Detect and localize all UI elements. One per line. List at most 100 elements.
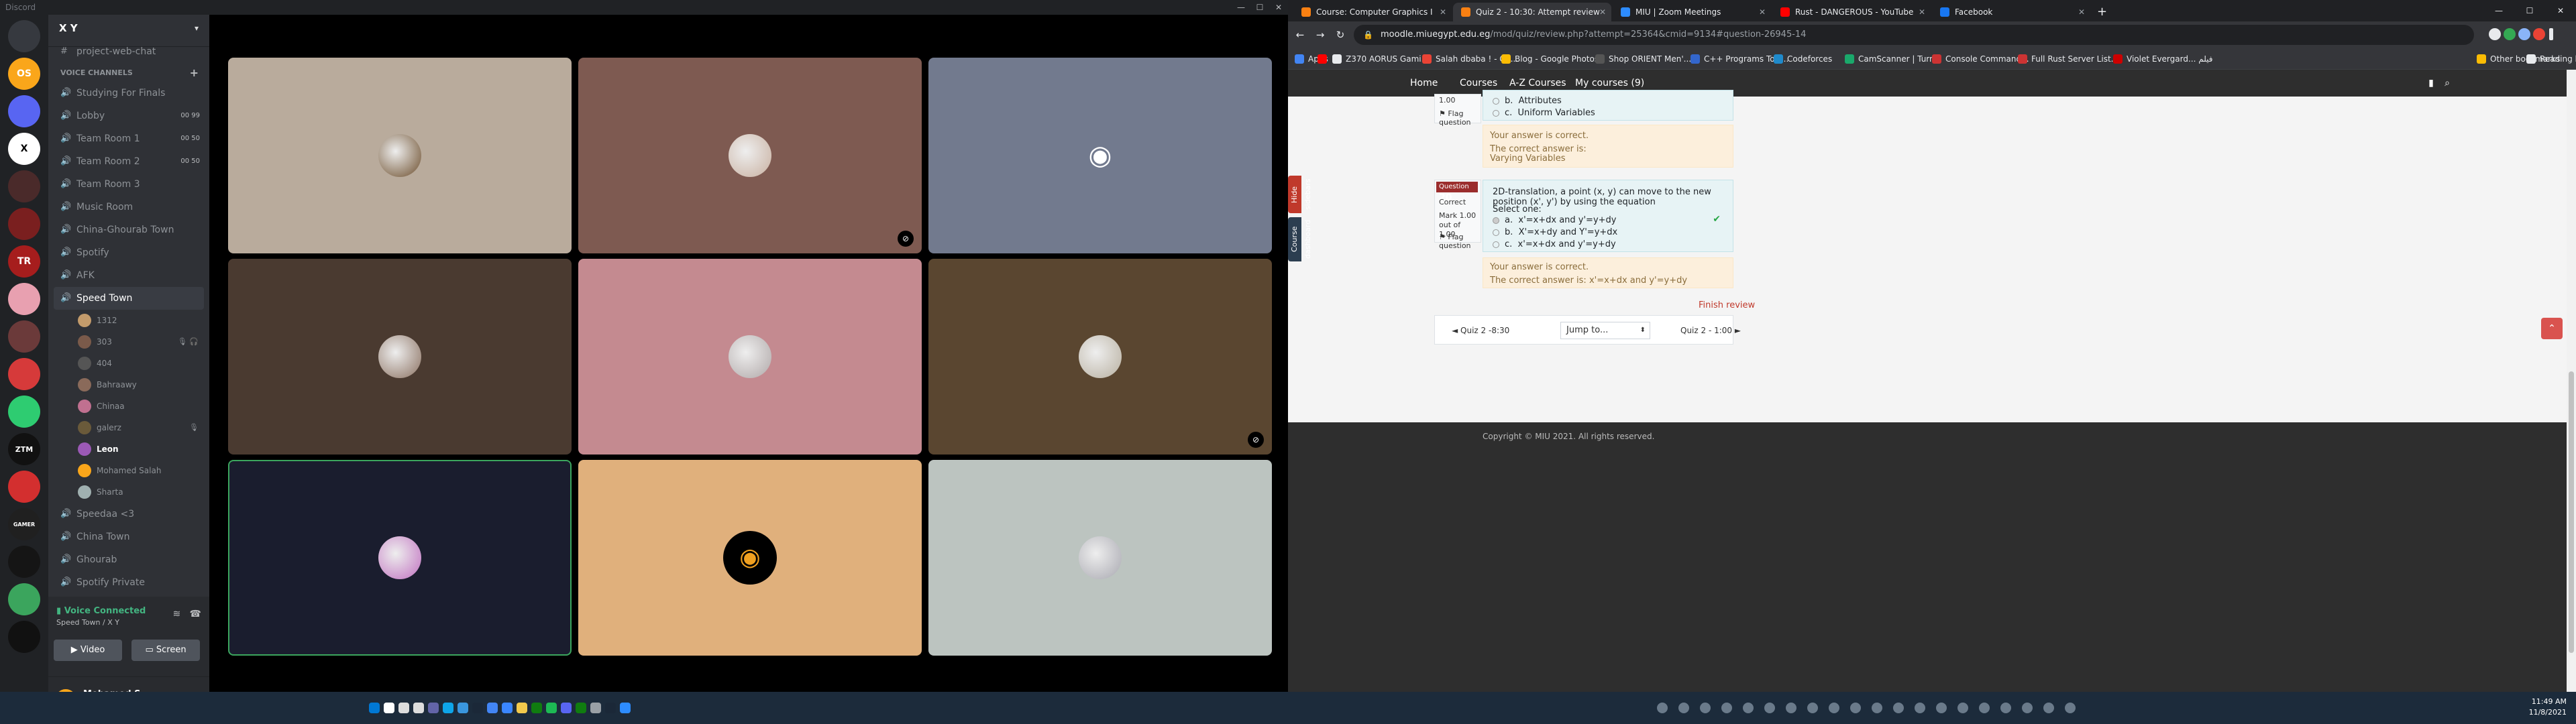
voice-channel[interactable]: 🔊 Spotify <box>54 241 204 264</box>
voice-user[interactable]: 303 🎙 🎧 <box>75 331 209 353</box>
tray-app-icon[interactable] <box>1721 703 1732 713</box>
noise-suppression-icon[interactable]: ≋ <box>172 609 180 619</box>
video-tile[interactable]: ⊘ <box>928 259 1272 455</box>
tray-app-icon[interactable] <box>1786 703 1796 713</box>
option-a[interactable]: a. x'=x+dx and y'=y+dy <box>1493 215 1616 225</box>
server-icon[interactable] <box>8 546 40 578</box>
voice-user[interactable]: galerz 🎙 <box>75 417 209 438</box>
video-tile[interactable]: ◉ <box>928 58 1272 253</box>
tray-app-icon[interactable] <box>1957 703 1968 713</box>
tray-app-icon[interactable] <box>2000 703 2011 713</box>
server-icon[interactable] <box>8 396 40 428</box>
video-tile[interactable] <box>578 259 922 455</box>
lock-icon[interactable]: 🔒 <box>1363 25 1373 45</box>
page-scrollbar[interactable] <box>2567 70 2576 692</box>
extension-icon[interactable] <box>2504 28 2516 40</box>
voice-channel[interactable]: 🔊 Team Room 3 <box>54 173 204 196</box>
server-icon[interactable] <box>8 283 40 315</box>
task-view-icon[interactable] <box>398 703 409 713</box>
server-icon[interactable] <box>8 320 40 353</box>
tray-app-icon[interactable] <box>1764 703 1775 713</box>
close-tab-icon[interactable]: ✕ <box>1440 3 1446 21</box>
flag-question-link[interactable]: ⚑ Flag question <box>1439 109 1481 127</box>
finish-review-link[interactable]: Finish review <box>1699 300 1755 310</box>
bookmark-item[interactable] <box>1318 48 1331 70</box>
search-icon[interactable]: ⌕ <box>2434 70 2461 97</box>
tray-app-icon[interactable] <box>1678 703 1689 713</box>
voice-location[interactable]: Speed Town / X Y <box>56 618 119 627</box>
tray-app-icon[interactable] <box>1872 703 1882 713</box>
bookmark-item[interactable]: Reading list <box>2526 48 2576 70</box>
voice-channel[interactable]: 🔊 AFK <box>54 264 204 287</box>
screen-share-button[interactable]: ▭ Screen <box>131 640 200 661</box>
server-icon[interactable] <box>8 621 40 653</box>
zoom-icon[interactable] <box>620 703 631 713</box>
tray-app-icon[interactable] <box>1807 703 1818 713</box>
server-header[interactable]: X Y ▾ <box>48 15 209 47</box>
text-channel[interactable]: # project-web-chat <box>54 43 204 60</box>
server-icon[interactable]: OS <box>8 58 40 90</box>
plus-icon[interactable]: + <box>190 64 199 82</box>
bookmark-item[interactable]: Console Command... <box>1932 48 2029 70</box>
video-tile[interactable]: ◉ <box>578 460 922 656</box>
tray-app-icon[interactable] <box>1657 703 1668 713</box>
store-icon[interactable] <box>458 703 468 713</box>
close-tab-icon[interactable]: ✕ <box>1919 3 1925 21</box>
disconnect-icon[interactable]: ☎ <box>190 609 201 619</box>
category-voice-channels[interactable]: Voice Channels + <box>48 64 209 82</box>
server-icon[interactable]: GAMER <box>8 508 40 540</box>
nav-home[interactable]: Home <box>1410 70 1438 97</box>
server-icon[interactable] <box>8 20 40 52</box>
voice-user[interactable]: Leon <box>75 438 209 460</box>
bookmark-item[interactable]: Shop ORIENT Men'... <box>1595 48 1691 70</box>
chrome-icon[interactable] <box>487 703 498 713</box>
tray-app-icon[interactable] <box>2022 703 2033 713</box>
voice-channel[interactable]: 🔊 Spotify Private <box>54 571 204 594</box>
video-tile[interactable] <box>228 460 572 656</box>
tray-app-icon[interactable] <box>1893 703 1904 713</box>
discord-icon[interactable] <box>561 703 572 713</box>
tray-app-icon[interactable] <box>1936 703 1947 713</box>
steam-2-icon[interactable] <box>605 703 616 713</box>
voice-user[interactable]: Sharta <box>75 481 209 503</box>
prev-activity-link[interactable]: ◄ Quiz 2 -8:30 <box>1452 326 1509 335</box>
hide-sidebars-tab[interactable]: Hide sidebars <box>1288 176 1312 213</box>
scrollbar-thumb[interactable] <box>2569 371 2574 653</box>
steam-icon[interactable] <box>472 703 483 713</box>
new-tab-icon[interactable]: + <box>2097 3 2107 21</box>
option-c[interactable]: c. x'=x+dx and y'=y+dy <box>1493 239 1616 249</box>
profile-icon[interactable] <box>2533 28 2545 40</box>
bookmark-item[interactable]: Codeforces <box>1774 48 1832 70</box>
voice-channel[interactable]: 🔊 Speedaa <3 <box>54 503 204 526</box>
tray-app-icon[interactable] <box>1829 703 1839 713</box>
voice-channel[interactable]: 🔊 China Town <box>54 526 204 548</box>
tray-app-icon[interactable] <box>1850 703 1861 713</box>
voice-channel[interactable]: 🔊 Studying For Finals <box>54 82 204 105</box>
server-icon[interactable] <box>8 170 40 202</box>
browser-tab[interactable]: MIU | Zoom Meetings ✕ <box>1613 3 1771 21</box>
close-tab-icon[interactable]: ✕ <box>1599 3 1606 21</box>
browser-tab[interactable]: Rust - DANGEROUS - YouTube ✕ <box>1772 3 1931 21</box>
video-button[interactable]: ▶ Video <box>54 640 122 661</box>
server-icon[interactable]: ZTM <box>8 433 40 465</box>
xbox-icon[interactable] <box>531 703 542 713</box>
voice-channel[interactable]: 🔊 Speed Town <box>54 287 204 310</box>
bookmark-item[interactable]: CamScanner | Turn... <box>1845 48 1942 70</box>
todo-icon[interactable] <box>502 703 513 713</box>
voice-user[interactable]: Bahraawy <box>75 374 209 396</box>
settings-icon[interactable] <box>590 703 601 713</box>
scroll-to-top-button[interactable]: ⌃ <box>2541 318 2563 339</box>
spotify-icon[interactable] <box>546 703 557 713</box>
bookmark-star-icon[interactable] <box>2489 28 2501 40</box>
bookmark-item[interactable]: Blog - Google Photos <box>1501 48 1599 70</box>
back-icon[interactable]: ← <box>1292 27 1308 43</box>
widgets-icon[interactable] <box>413 703 424 713</box>
files-icon[interactable] <box>517 703 527 713</box>
video-tile[interactable] <box>228 58 572 253</box>
extension-icon[interactable] <box>2518 28 2530 40</box>
next-activity-link[interactable]: Quiz 2 - 1:00 ► <box>1680 326 1741 335</box>
server-icon[interactable] <box>8 471 40 503</box>
close-icon[interactable]: ✕ <box>2545 0 2576 21</box>
server-icon[interactable]: TR <box>8 245 40 278</box>
flag-question-link[interactable]: ⚑ Flag question <box>1439 233 1481 250</box>
